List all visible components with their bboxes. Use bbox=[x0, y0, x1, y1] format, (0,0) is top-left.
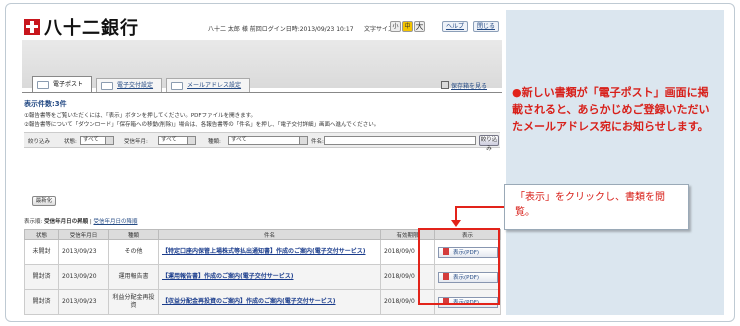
close-button[interactable]: 閉じる bbox=[473, 21, 499, 32]
type-filter-select[interactable]: すべて bbox=[228, 136, 308, 145]
type-cell: その他 bbox=[108, 239, 159, 265]
tab-label: 電子ポスト bbox=[53, 81, 84, 88]
date-filter-label: 受信年月: bbox=[124, 139, 148, 145]
sort-current: 受信年月日の昇順 bbox=[44, 219, 89, 225]
instruction-note-2: ②報告書等について「ダウンロード」「保存箱への移動(削除)」場合は、各報告書等の… bbox=[24, 122, 380, 128]
subject-link[interactable]: 【収益分配金再投資のご案内】作成のご案内(電子交付サービス) bbox=[162, 298, 336, 305]
type-cell: 運用報告書 bbox=[108, 264, 159, 290]
font-size-small-button[interactable]: 小 bbox=[390, 21, 401, 32]
refresh-button[interactable]: 最新化 bbox=[32, 196, 56, 206]
column-header: 受信年月日 bbox=[58, 229, 109, 240]
sort-label: 表示順: bbox=[24, 219, 43, 225]
type-filter-label: 種類: bbox=[208, 139, 221, 145]
status-filter-label: 状態: bbox=[64, 139, 77, 145]
font-size-medium-button[interactable]: 中 bbox=[402, 21, 413, 32]
name-filter-input[interactable] bbox=[324, 136, 476, 145]
tab-email-settings[interactable]: メールアドレス設定 bbox=[166, 78, 251, 92]
column-header: 件名 bbox=[158, 229, 381, 240]
display-count: 表示件数:3件 bbox=[24, 100, 67, 108]
column-header: 種類 bbox=[108, 229, 159, 240]
notification-description: ●新しい書類が「電子ポスト」画面に掲載されると、あらかじめご登録いただいたメール… bbox=[512, 84, 717, 135]
tab-electronic-post[interactable]: 電子ポスト bbox=[32, 76, 93, 92]
subject-cell: 【収益分配金再投資のご案内】作成のご案内(電子交付サービス) bbox=[158, 289, 381, 315]
bank-logo: 八十二銀行 bbox=[24, 14, 139, 40]
date-cell: 2013/09/23 bbox=[58, 239, 109, 265]
mail-icon bbox=[171, 81, 184, 90]
date-filter-select[interactable]: すべて bbox=[158, 136, 196, 145]
tab-label: メールアドレス設定 bbox=[187, 82, 242, 89]
user-info: 八十二 太郎 様 前回ログイン日時:2013/09/23 10:17 bbox=[208, 26, 354, 33]
storage-box-link[interactable]: 保存箱を見る bbox=[441, 81, 487, 90]
column-header: 状態 bbox=[24, 229, 59, 240]
status-cell: 未開封 bbox=[24, 239, 59, 265]
view-column-highlight bbox=[418, 228, 500, 305]
settings-icon bbox=[101, 81, 114, 90]
name-filter-label: 件名: bbox=[311, 139, 324, 145]
font-size-large-button[interactable]: 大 bbox=[414, 21, 425, 32]
sort-order: 表示順: 受信年月日の昇順 | 受信年月日の降順 bbox=[24, 219, 138, 225]
mail-icon bbox=[37, 80, 49, 89]
bank-logo-icon bbox=[24, 19, 40, 35]
tab-divider bbox=[22, 92, 502, 93]
instruction-note-1: ①報告書等をご覧いただくには、「表示」ボタンを押してください。PDFファイルを開… bbox=[24, 113, 257, 119]
date-cell: 2013/09/23 bbox=[58, 289, 109, 315]
subject-cell: 【特定口座内保管上場株式等払出通知書】作成のご案内(電子交付サービス) bbox=[158, 239, 381, 265]
help-button[interactable]: ヘルプ bbox=[442, 21, 468, 32]
subject-link[interactable]: 【特定口座内保管上場株式等払出通知書】作成のご案内(電子交付サービス) bbox=[162, 248, 366, 255]
sort-desc-link[interactable]: 受信年月日の降順 bbox=[93, 219, 137, 225]
subject-link[interactable]: 【運用報告書】作成のご案内(電子交付サービス) bbox=[162, 273, 294, 280]
status-cell: 開封済 bbox=[24, 264, 59, 290]
tab-bar: 電子ポスト 電子交付設定 メールアドレス設定 bbox=[32, 76, 254, 92]
filter-label: 絞り込み bbox=[28, 139, 51, 145]
status-cell: 開封済 bbox=[24, 289, 59, 315]
notification-text: 新しい書類が「電子ポスト」画面に掲載されると、あらかじめご登録いただいたメールア… bbox=[512, 86, 710, 133]
tab-label: 電子交付設定 bbox=[117, 82, 154, 89]
subject-cell: 【運用報告書】作成のご案内(電子交付サービス) bbox=[158, 264, 381, 290]
explanation-panel bbox=[506, 10, 724, 315]
type-cell: 利益分配金再投資 bbox=[108, 289, 159, 315]
filter-bar: 絞り込み 状態: すべて 受信年月: すべて 種類: すべて 件名: 絞り込み bbox=[24, 132, 500, 152]
callout-arrow-head bbox=[451, 220, 461, 227]
callout-arrow-line bbox=[456, 206, 504, 208]
date-cell: 2013/09/20 bbox=[58, 264, 109, 290]
bullet-icon: ● bbox=[512, 86, 522, 99]
status-filter-select[interactable]: すべて bbox=[80, 136, 114, 145]
bank-name: 八十二銀行 bbox=[44, 18, 139, 39]
tab-delivery-settings[interactable]: 電子交付設定 bbox=[96, 78, 163, 92]
view-callout: 「表示」をクリックし、書類を閲覧。 bbox=[504, 184, 689, 230]
filter-button[interactable]: 絞り込み bbox=[479, 135, 499, 152]
